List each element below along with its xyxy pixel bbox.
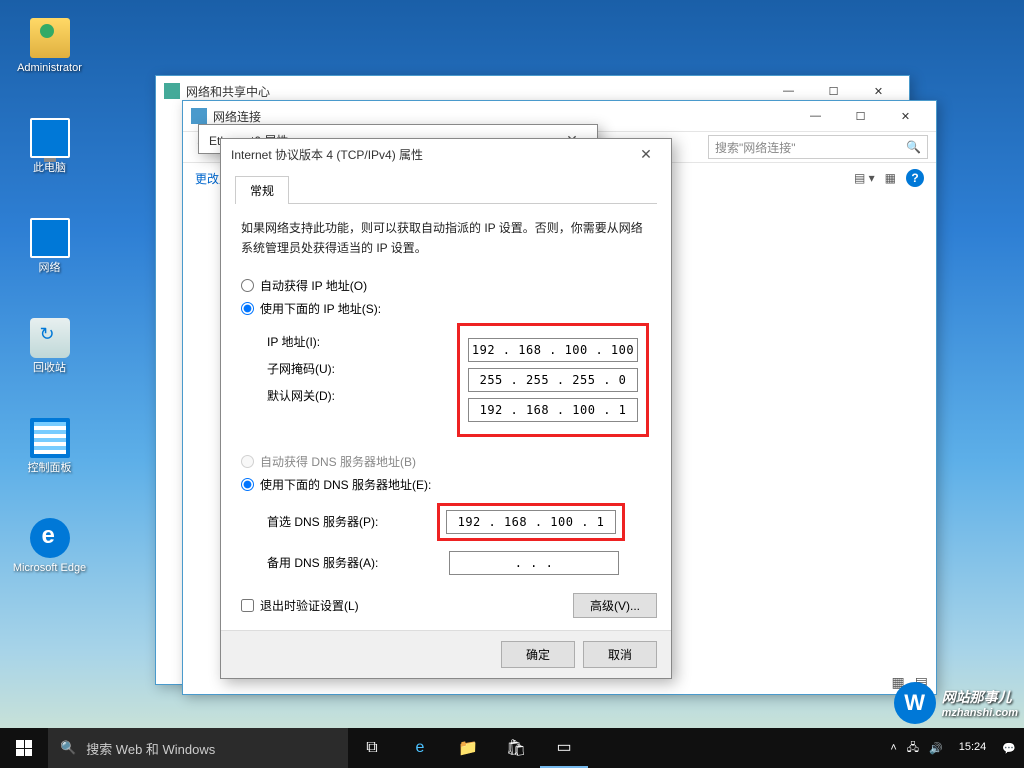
- gateway-input[interactable]: 192 . 168 . 100 . 1: [468, 398, 638, 422]
- edge-icon: [30, 518, 70, 558]
- task-view-button[interactable]: ⧉: [348, 728, 396, 768]
- dns-group: 自动获得 DNS 服务器地址(B) 使用下面的 DNS 服务器地址(E): 首选…: [241, 453, 651, 575]
- tray-volume-icon[interactable]: 🔊: [929, 742, 943, 755]
- radio-auto-ip[interactable]: [241, 279, 254, 292]
- control-panel-icon: [30, 418, 70, 458]
- taskbar-store-icon[interactable]: 🛍: [492, 728, 540, 768]
- close-button[interactable]: ✕: [883, 102, 928, 130]
- view-details-button[interactable]: ▦: [885, 171, 896, 185]
- advanced-button[interactable]: 高级(V)...: [573, 593, 657, 618]
- desktop-icon-edge[interactable]: Microsoft Edge: [12, 518, 87, 575]
- radio-auto-dns: [241, 455, 254, 468]
- tray-up-icon[interactable]: ˄: [890, 742, 896, 754]
- dns1-input[interactable]: 192 . 168 . 100 . 1: [446, 510, 616, 534]
- window-title-text: 网络连接: [213, 108, 261, 125]
- radio-auto-dns-row: 自动获得 DNS 服务器地址(B): [241, 453, 651, 470]
- tray-network-icon[interactable]: 🖧: [907, 739, 919, 758]
- dns1-label: 首选 DNS 服务器(P):: [267, 513, 437, 530]
- watermark: W 网站那事儿 mzhanshi.com: [894, 682, 1018, 724]
- ip-input[interactable]: 192 . 168 . 100 . 100: [468, 338, 638, 362]
- validate-checkbox[interactable]: [241, 599, 254, 612]
- tab-general[interactable]: 常规: [235, 176, 289, 204]
- dns1-row: 首选 DNS 服务器(P): 192 . 168 . 100 . 1: [267, 503, 651, 541]
- intro-text: 如果网络支持此功能，则可以获取自动指派的 IP 设置。否则，你需要从网络系统管理…: [241, 218, 651, 259]
- start-button[interactable]: [0, 728, 48, 768]
- search-icon: 🔍: [60, 740, 76, 756]
- recycle-bin-icon: [30, 318, 70, 358]
- taskbar-edge-icon[interactable]: e: [396, 728, 444, 768]
- mask-label: 子网掩码(U):: [267, 360, 437, 377]
- tray-notifications-icon[interactable]: 💬: [1002, 742, 1016, 755]
- radio-auto-ip-row[interactable]: 自动获得 IP 地址(O): [241, 277, 651, 294]
- dialog-titlebar[interactable]: Internet 协议版本 4 (TCP/IPv4) 属性 ✕: [221, 139, 671, 169]
- desktop-icon-this-pc[interactable]: 此电脑: [12, 118, 87, 175]
- close-button[interactable]: ✕: [631, 143, 661, 165]
- view-layout-button[interactable]: ▤ ▾: [854, 171, 875, 185]
- taskbar-app-icon[interactable]: ▭: [540, 728, 588, 768]
- ip-label: IP 地址(I):: [267, 333, 437, 350]
- dialog-footer: 确定 取消: [221, 630, 671, 678]
- gateway-label: 默认网关(D):: [267, 387, 437, 404]
- desktop-icon-recycle-bin[interactable]: 回收站: [12, 318, 87, 375]
- maximize-button[interactable]: ☐: [838, 102, 883, 130]
- ip-group: 自动获得 IP 地址(O) 使用下面的 IP 地址(S): IP 地址(I): …: [241, 277, 651, 437]
- radio-static-dns-row[interactable]: 使用下面的 DNS 服务器地址(E):: [241, 476, 651, 493]
- dns1-highlight-box: 192 . 168 . 100 . 1: [437, 503, 625, 541]
- dialog-title-text: Internet 协议版本 4 (TCP/IPv4) 属性: [231, 146, 423, 163]
- ok-button[interactable]: 确定: [501, 641, 575, 668]
- desktop-icon-network[interactable]: 网络: [12, 218, 87, 275]
- dns2-row: 备用 DNS 服务器(A): . . .: [267, 551, 651, 575]
- desktop-icon-administrator[interactable]: Administrator: [12, 18, 87, 75]
- user-folder-icon: [30, 18, 70, 58]
- radio-static-dns[interactable]: [241, 478, 254, 491]
- dns2-label: 备用 DNS 服务器(A):: [267, 554, 437, 571]
- radio-static-ip[interactable]: [241, 302, 254, 315]
- watermark-badge-icon: W: [894, 682, 936, 724]
- desktop-icon-control-panel[interactable]: 控制面板: [12, 418, 87, 475]
- network-icon: [30, 218, 70, 258]
- help-icon[interactable]: ?: [906, 169, 924, 187]
- mask-input[interactable]: 255 . 255 . 255 . 0: [468, 368, 638, 392]
- tab-strip: 常规: [235, 175, 657, 204]
- windows-logo-icon: [16, 740, 32, 756]
- radio-static-ip-row[interactable]: 使用下面的 IP 地址(S):: [241, 300, 651, 317]
- system-tray[interactable]: ˄ 🖧 🔊 15:24 💬: [890, 728, 1024, 768]
- dialog-ipv4-properties[interactable]: Internet 协议版本 4 (TCP/IPv4) 属性 ✕ 常规 如果网络支…: [220, 138, 672, 679]
- validate-row: 退出时验证设置(L) 高级(V)...: [241, 593, 657, 618]
- search-box[interactable]: 搜索"网络连接" 🔍: [708, 135, 928, 159]
- search-icon: 🔍: [906, 140, 921, 154]
- window-title-text: 网络和共享中心: [186, 83, 270, 100]
- taskbar[interactable]: 🔍 搜索 Web 和 Windows ⧉ e 📁 🛍 ▭ ˄ 🖧 🔊 15:24…: [0, 728, 1024, 768]
- network-connections-icon: [191, 108, 207, 124]
- dns2-input[interactable]: . . .: [449, 551, 619, 575]
- cancel-button[interactable]: 取消: [583, 641, 657, 668]
- ip-highlight-box: 192 . 168 . 100 . 100 255 . 255 . 255 . …: [457, 323, 649, 437]
- network-center-icon: [164, 83, 180, 99]
- taskbar-explorer-icon[interactable]: 📁: [444, 728, 492, 768]
- minimize-button[interactable]: —: [793, 102, 838, 130]
- tray-clock[interactable]: 15:24: [953, 741, 993, 754]
- taskbar-search[interactable]: 🔍 搜索 Web 和 Windows: [48, 728, 348, 768]
- pc-icon: [30, 118, 70, 158]
